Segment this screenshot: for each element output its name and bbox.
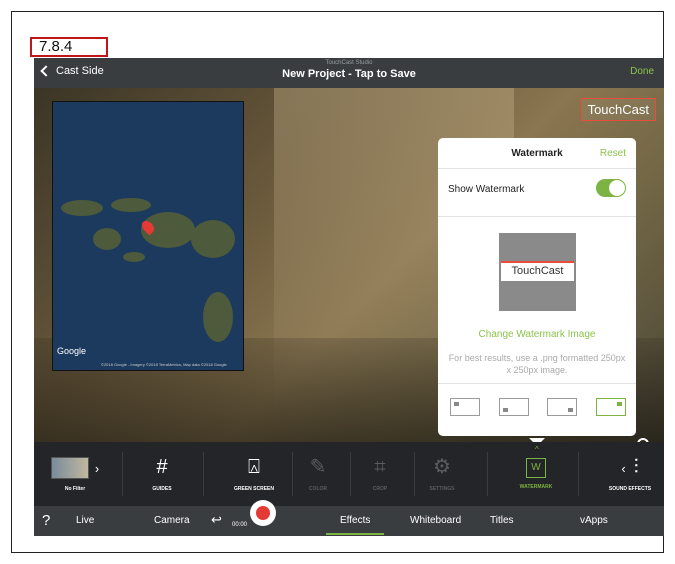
undo-icon[interactable]: ↩ xyxy=(211,512,222,528)
chevron-right-icon: › xyxy=(94,460,100,476)
active-tab-indicator xyxy=(326,533,384,535)
filter-thumbnail-icon xyxy=(50,457,89,479)
map-island xyxy=(93,228,121,250)
tool-label: GREEN SCREEN xyxy=(233,486,274,492)
toolbar-separator xyxy=(414,452,415,496)
tab-whiteboard[interactable]: Whiteboard xyxy=(410,515,461,526)
green-screen-icon: ⍓ xyxy=(248,456,260,478)
tool-label: WATERMARK xyxy=(519,484,553,490)
position-bottom-right-button[interactable] xyxy=(547,398,578,416)
thumbnail-logo-text: TouchCast xyxy=(501,261,574,281)
effects-toolbar: › No Filter # GUIDES ⍓ GREEN SCREEN ✎ CO… xyxy=(34,442,664,506)
google-logo: Google xyxy=(57,346,87,356)
chevron-up-icon: ^ xyxy=(535,445,539,454)
record-button[interactable] xyxy=(250,500,276,526)
watermark-image-thumbnail[interactable]: TouchCast xyxy=(499,233,576,311)
show-watermark-toggle[interactable] xyxy=(596,179,626,197)
toolbar-separator xyxy=(350,452,351,496)
tab-vapps[interactable]: vApps xyxy=(580,515,608,526)
settings-tool[interactable]: ⚙ SETTINGS xyxy=(418,442,466,506)
color-tool[interactable]: ✎ COLOR xyxy=(294,442,342,506)
divider xyxy=(438,383,636,384)
watermark-hint: For best results, use a .png formatted 2… xyxy=(448,353,626,375)
record-dot-icon xyxy=(256,506,270,520)
section-number-label: 7.8.4 xyxy=(30,37,108,57)
tool-label: GUIDES xyxy=(152,486,172,492)
bottom-tab-bar: ? Live Camera ↩ 00:00 Effects Whiteboard… xyxy=(34,500,664,536)
sound-effects-tool[interactable]: ‹ ⫶ SOUND EFFECTS xyxy=(600,442,660,506)
position-top-left-button[interactable] xyxy=(450,398,480,416)
tool-label: SOUND EFFECTS xyxy=(608,486,652,492)
position-marker-icon xyxy=(502,408,508,412)
help-icon[interactable]: ? xyxy=(42,512,50,529)
show-watermark-label: Show Watermark xyxy=(448,184,525,195)
project-title[interactable]: New Project - Tap to Save xyxy=(34,68,664,80)
position-marker-icon xyxy=(568,408,574,412)
record-timer: 00:00 xyxy=(232,522,248,528)
watermark-position-selector xyxy=(450,398,626,418)
toolbar-separator xyxy=(578,452,579,496)
done-button[interactable]: Done xyxy=(630,66,654,77)
no-filter-tool[interactable]: › No Filter xyxy=(42,442,108,506)
map-island xyxy=(111,198,151,212)
camera-stage: Google ©2018 Google - Imagery ©2018 Terr… xyxy=(34,88,664,442)
tab-effects[interactable]: Effects xyxy=(340,515,370,526)
crop-icon: ⌗ xyxy=(374,456,386,478)
divider xyxy=(438,216,636,217)
toolbar-separator xyxy=(487,452,488,496)
gear-icon: ⚙ xyxy=(433,456,451,478)
map-island xyxy=(191,220,235,258)
grid-icon: # xyxy=(156,456,168,478)
reset-button[interactable]: Reset xyxy=(600,148,626,159)
position-marker-icon xyxy=(454,402,459,406)
pen-icon: ✎ xyxy=(309,456,327,478)
toolbar-separator xyxy=(203,452,204,496)
position-top-right-button[interactable] xyxy=(595,398,626,416)
tool-label: SETTINGS xyxy=(429,486,455,492)
tab-camera[interactable]: Camera xyxy=(154,515,190,526)
watermark-panel: Watermark Reset Show Watermark TouchCast… xyxy=(438,138,636,436)
green-screen-tool[interactable]: ⍓ GREEN SCREEN xyxy=(230,442,278,506)
change-watermark-image-link[interactable]: Change Watermark Image xyxy=(438,329,636,340)
tool-label: CROP xyxy=(372,486,388,492)
guides-tool[interactable]: # GUIDES xyxy=(138,442,186,506)
watermark-icon: W xyxy=(526,458,546,478)
touchcast-app: Cast Side TouchCast Studio New Project -… xyxy=(34,58,664,536)
crop-tool[interactable]: ⌗ CROP xyxy=(356,442,404,506)
map-island xyxy=(61,200,103,216)
studio-name: TouchCast Studio xyxy=(325,60,373,66)
tab-titles[interactable]: Titles xyxy=(490,515,514,526)
top-bar: Cast Side TouchCast Studio New Project -… xyxy=(34,58,664,88)
divider xyxy=(438,168,636,169)
position-bottom-left-button[interactable] xyxy=(498,398,529,416)
toolbar-separator xyxy=(122,452,123,496)
tab-live[interactable]: Live xyxy=(76,515,94,526)
map-island xyxy=(123,252,145,262)
tool-label: COLOR xyxy=(308,486,328,492)
tool-label: No Filter xyxy=(64,486,86,492)
sliders-icon: ⫶ xyxy=(633,456,639,478)
position-marker-icon xyxy=(616,402,622,406)
toggle-knob xyxy=(609,180,625,196)
touchcast-watermark-logo: TouchCast xyxy=(580,98,656,121)
map-credits: ©2018 Google - Imagery ©2018 TerraMetric… xyxy=(101,362,227,367)
toolbar-separator xyxy=(292,452,293,496)
map-island xyxy=(203,292,233,342)
map-vapp[interactable]: Google ©2018 Google - Imagery ©2018 Terr… xyxy=(52,101,244,371)
chevron-left-icon: ‹ xyxy=(621,460,626,476)
